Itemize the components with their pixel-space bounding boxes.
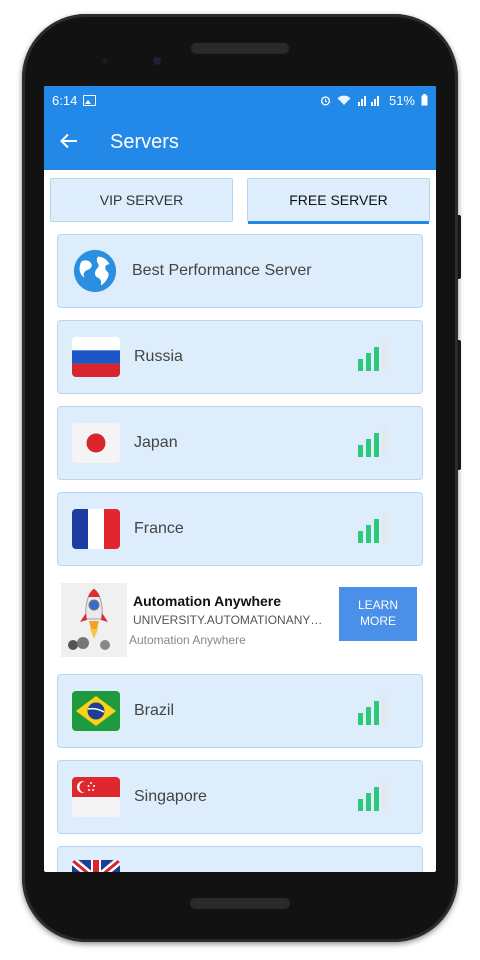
tab-vip-server[interactable]: VIP SERVER bbox=[50, 178, 233, 222]
ad-advertiser: Automation Anywhere bbox=[129, 633, 246, 647]
battery-percent: 51% bbox=[388, 92, 415, 108]
singapore-flag-icon bbox=[72, 777, 120, 817]
server-list: Best Performance Server Russia Japan Fra… bbox=[44, 222, 436, 872]
server-item-singapore[interactable]: Singapore bbox=[57, 760, 423, 834]
server-name: Best Performance Server bbox=[132, 262, 312, 279]
signal-strength-icon bbox=[358, 781, 387, 811]
server-item-france[interactable]: France bbox=[57, 492, 423, 566]
sensor-icon bbox=[102, 58, 108, 64]
uk-flag-icon bbox=[72, 860, 120, 872]
app-bar: Servers bbox=[44, 114, 436, 170]
front-camera-icon bbox=[150, 54, 164, 68]
server-item-russia[interactable]: Russia bbox=[57, 320, 423, 394]
russia-flag-icon bbox=[72, 337, 120, 377]
learn-more-button[interactable]: LEARN MORE bbox=[339, 587, 417, 641]
ad-title: Automation Anywhere bbox=[133, 593, 282, 609]
server-tabs: VIP SERVER FREE SERVER bbox=[44, 170, 436, 224]
brazil-flag-icon bbox=[72, 691, 120, 731]
japan-flag-icon bbox=[72, 423, 120, 463]
image-notification-icon bbox=[83, 94, 97, 106]
cell-signal-icon bbox=[357, 95, 379, 106]
globe-icon bbox=[73, 249, 117, 293]
server-name: Japan bbox=[134, 434, 178, 451]
france-flag-icon bbox=[72, 509, 120, 549]
server-item-best-performance[interactable]: Best Performance Server bbox=[57, 234, 423, 308]
bottom-speaker bbox=[190, 898, 290, 909]
server-name: Singapore bbox=[134, 788, 207, 805]
server-name: Brazil bbox=[134, 702, 175, 719]
server-item-japan[interactable]: Japan bbox=[57, 406, 423, 480]
signal-strength-icon bbox=[358, 513, 387, 543]
signal-strength-icon bbox=[358, 341, 387, 371]
server-item-uk-partial[interactable] bbox=[57, 846, 423, 872]
alarm-icon bbox=[320, 95, 331, 105]
earpiece-speaker bbox=[190, 41, 290, 54]
tab-free-server[interactable]: FREE SERVER bbox=[247, 178, 430, 224]
arrow-back-icon[interactable] bbox=[44, 131, 94, 153]
battery-icon bbox=[421, 94, 428, 106]
native-ad[interactable]: Automation Anywhere UNIVERSITY.AUTOMATIO… bbox=[57, 576, 423, 664]
ad-rocket-image bbox=[61, 583, 127, 657]
server-name: France bbox=[134, 520, 184, 537]
wifi-icon bbox=[337, 95, 351, 105]
status-time: 6:14 bbox=[52, 92, 78, 108]
server-name: Russia bbox=[134, 348, 183, 365]
server-item-brazil[interactable]: Brazil bbox=[57, 674, 423, 748]
screen: 6:14 51% Servers VIP SERVER FREE SERVER … bbox=[44, 86, 436, 872]
signal-strength-icon bbox=[358, 427, 387, 457]
page-title: Servers bbox=[110, 130, 179, 153]
signal-strength-icon bbox=[358, 695, 387, 725]
status-bar: 6:14 51% bbox=[44, 86, 436, 114]
ad-url: UNIVERSITY.AUTOMATIONANYWHE... bbox=[133, 613, 331, 627]
